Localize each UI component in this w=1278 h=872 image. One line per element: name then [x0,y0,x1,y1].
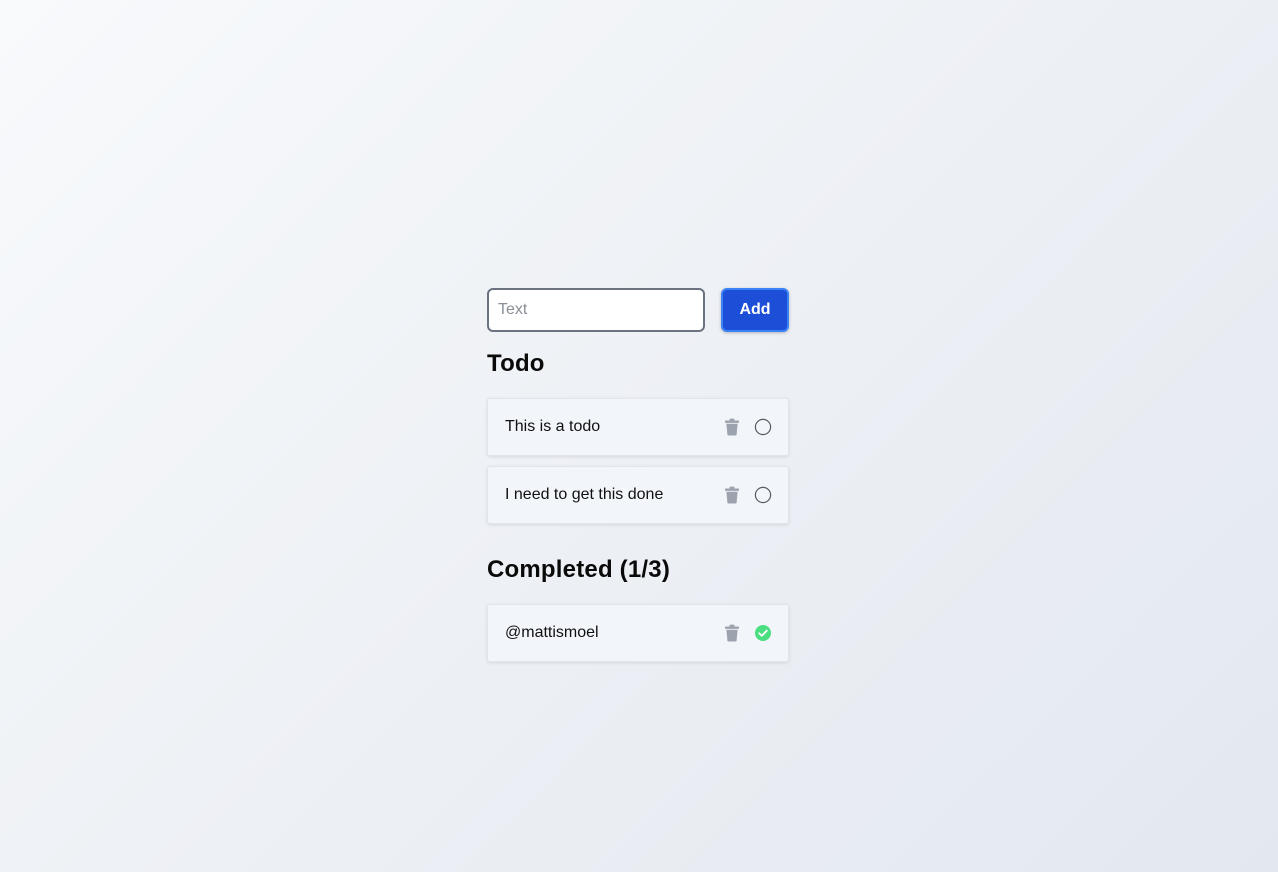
todo-list: This is a todo I need to get this done [487,398,789,524]
add-button[interactable]: Add [721,288,789,332]
add-todo-row: Add [487,288,789,332]
check-circle-icon[interactable] [754,624,772,642]
todo-item-text: I need to get this done [505,486,664,503]
todo-item-text: This is a todo [505,418,601,435]
todo-heading: Todo [487,350,545,377]
trash-icon[interactable] [724,418,740,436]
trash-icon[interactable] [724,624,740,642]
todo-item: This is a todo [487,398,789,456]
completed-list: @mattismoel [487,604,789,662]
completed-item-text: @mattismoel [505,624,599,641]
todo-text-input[interactable] [487,288,705,332]
todo-item: I need to get this done [487,466,789,524]
completed-heading: Completed (1/3) [487,556,671,583]
circle-outline-icon[interactable] [754,486,772,504]
circle-outline-icon[interactable] [754,418,772,436]
todo-app: Add Todo This is a todo I need to get th… [487,288,789,672]
completed-item: @mattismoel [487,604,789,662]
trash-icon[interactable] [724,486,740,504]
